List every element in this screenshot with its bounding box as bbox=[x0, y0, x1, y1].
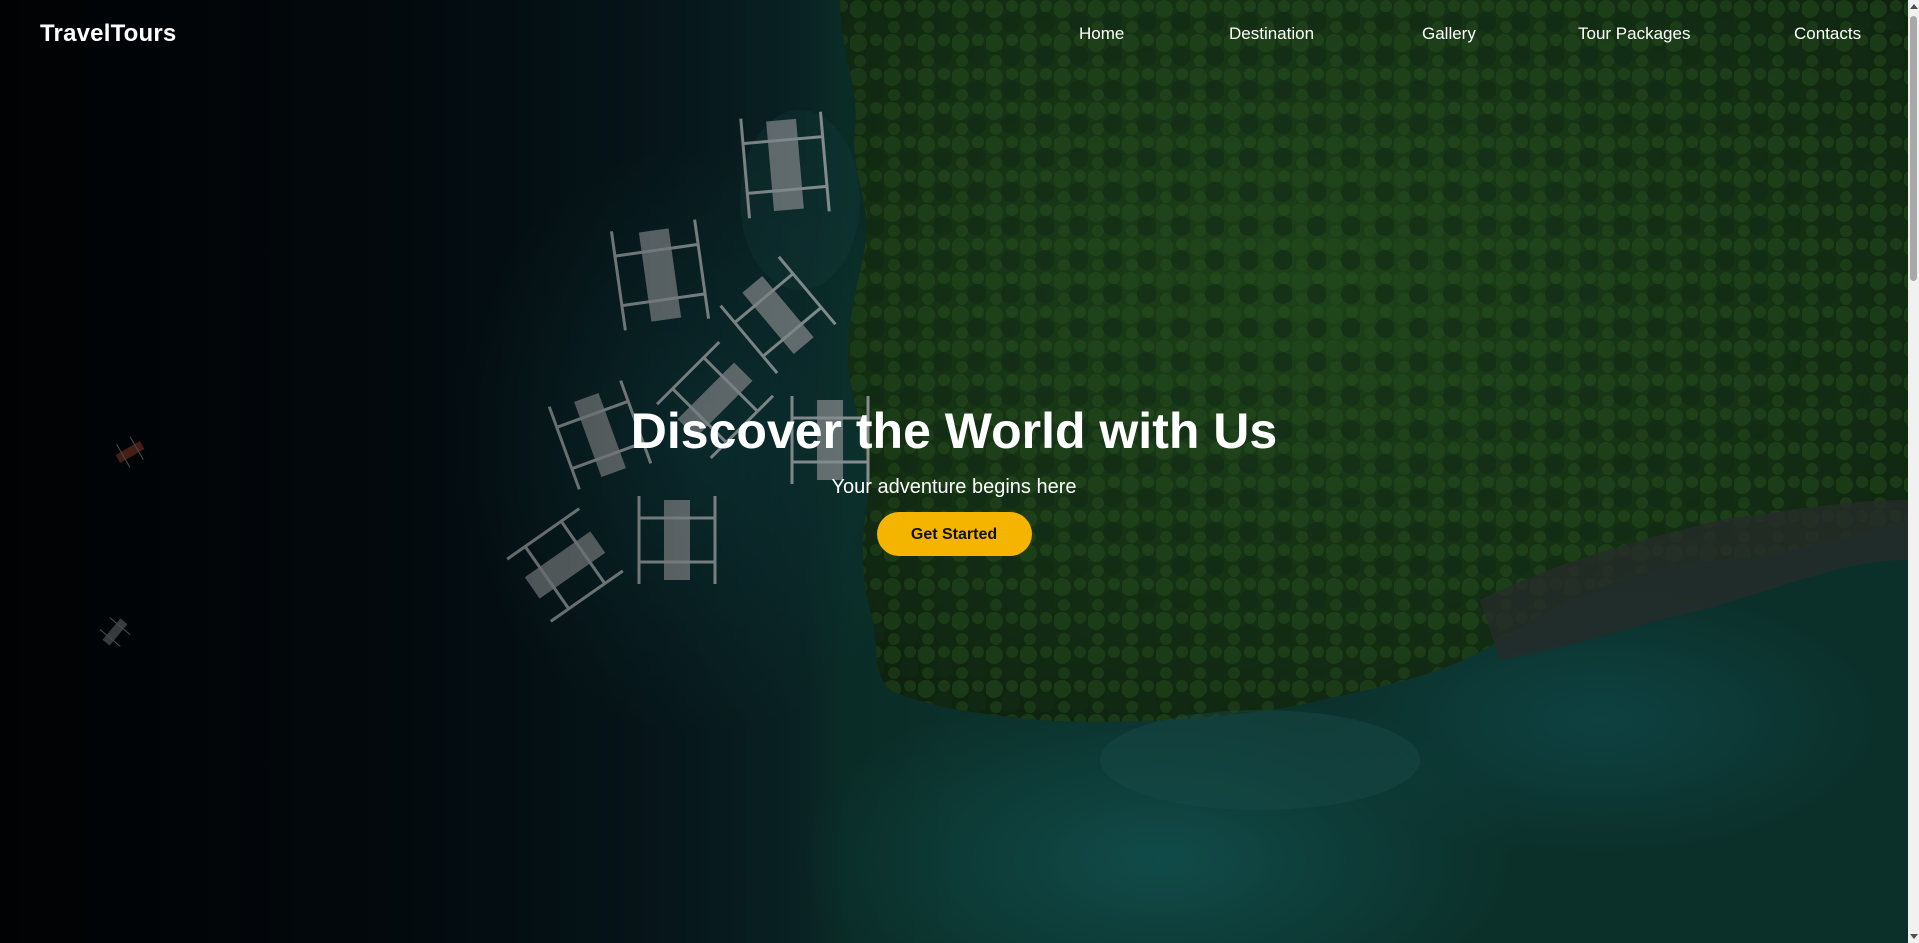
nav-link-gallery[interactable]: Gallery bbox=[1422, 24, 1476, 44]
hero-section: Discover the World with Us Your adventur… bbox=[0, 400, 1908, 556]
nav-link-tour-packages[interactable]: Tour Packages bbox=[1578, 24, 1690, 44]
hero-subtitle: Your adventure begins here bbox=[831, 476, 1077, 498]
vertical-scrollbar[interactable] bbox=[1908, 0, 1919, 943]
nav-link-home[interactable]: Home bbox=[1079, 24, 1124, 44]
chevron-down-icon[interactable] bbox=[1910, 934, 1918, 939]
page: TravelTours Home Destination Gallery Tou… bbox=[0, 0, 1919, 943]
get-started-button[interactable]: Get Started bbox=[876, 512, 1032, 556]
nav-link-contacts[interactable]: Contacts bbox=[1794, 24, 1861, 44]
hero-title: Discover the World with Us bbox=[630, 403, 1278, 459]
scrollbar-thumb[interactable] bbox=[1910, 16, 1917, 281]
navbar: TravelTours Home Destination Gallery Tou… bbox=[0, 0, 1908, 70]
brand-logo[interactable]: TravelTours bbox=[40, 20, 176, 48]
nav-links: Home Destination Gallery Tour Packages C… bbox=[1000, 24, 1880, 46]
nav-link-destination[interactable]: Destination bbox=[1229, 24, 1314, 44]
chevron-up-icon[interactable] bbox=[1910, 4, 1918, 9]
